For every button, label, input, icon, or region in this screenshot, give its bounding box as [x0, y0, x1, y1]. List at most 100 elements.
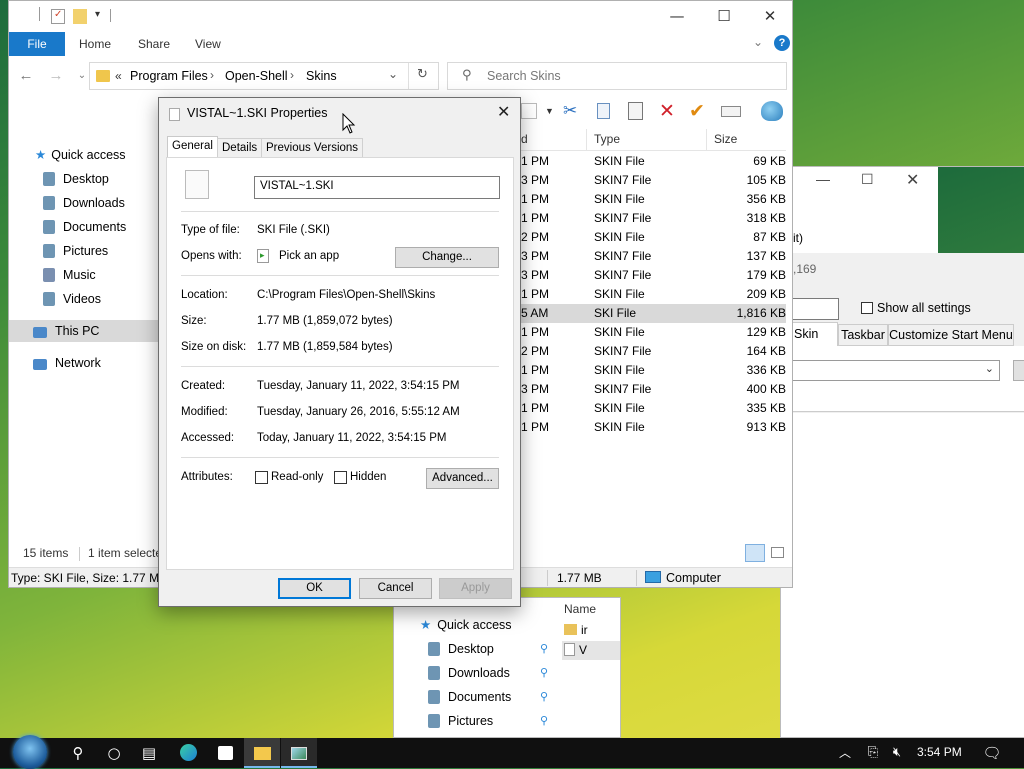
column-header-size[interactable]: Size — [714, 132, 737, 146]
list-item[interactable]: ir — [564, 623, 588, 637]
sidebar-item-documents[interactable]: Documents — [43, 216, 126, 238]
show-all-settings-checkbox[interactable]: Show all settings — [861, 301, 971, 315]
paste-icon[interactable] — [628, 102, 643, 120]
column-header-name[interactable]: Name — [564, 602, 596, 616]
tab-file[interactable]: File — [9, 32, 65, 56]
sidebar-item-network[interactable]: Network — [33, 352, 101, 374]
close-button[interactable]: ✕ — [747, 1, 792, 32]
cortana-icon[interactable]: ○ — [96, 738, 132, 768]
column-header-date[interactable]: d — [521, 132, 528, 146]
ok-button[interactable]: OK — [278, 578, 351, 599]
cancel-button[interactable]: Cancel — [359, 578, 432, 599]
search-icon[interactable]: ⚲ — [60, 738, 96, 768]
breadcrumb-open-shell[interactable]: Open-Shell — [225, 69, 288, 83]
tab-share[interactable]: Share — [126, 32, 182, 56]
edge-icon[interactable] — [170, 738, 206, 768]
network-tray-icon[interactable]: ⎘ — [860, 738, 886, 768]
sidebar-item-videos[interactable]: Videos — [43, 288, 101, 310]
tab-details[interactable]: Details — [217, 138, 263, 158]
back-arrow-icon[interactable]: ← — [15, 65, 37, 87]
sidebar2-item-pictures[interactable]: Pictures — [428, 710, 493, 732]
table-row[interactable]: 1 PM SKIN File 69 KB — [521, 152, 786, 171]
dropdown-arrow-icon[interactable]: ▼ — [545, 106, 554, 116]
tab-view[interactable]: View — [183, 32, 233, 56]
help-icon[interactable]: ? — [774, 35, 790, 51]
table-row[interactable]: 1 PM SKIN File 129 KB — [521, 323, 786, 342]
checkbox[interactable] — [861, 302, 873, 314]
close-button[interactable]: ✕ — [497, 102, 510, 121]
rename-icon[interactable] — [721, 106, 741, 117]
clock[interactable]: 3:54 PM — [917, 745, 962, 759]
tab-general[interactable]: General — [167, 136, 218, 158]
table-row[interactable]: 1 PM SKIN File 336 KB — [521, 361, 786, 380]
large-icons-view-icon[interactable] — [771, 547, 784, 558]
checkmark-icon[interactable]: ✔ — [689, 100, 705, 122]
customize-toolbar-chevron-icon[interactable]: ▾ — [95, 9, 100, 20]
properties-icon[interactable]: ✓ — [51, 9, 65, 24]
delete-icon[interactable]: ✕ — [659, 100, 675, 122]
open-shell-settings-icon[interactable] — [281, 738, 317, 768]
minimize-button[interactable]: — — [654, 1, 700, 32]
new-folder-icon[interactable] — [73, 9, 87, 24]
address-history-chevron-icon[interactable]: ⌄ — [388, 67, 398, 81]
breadcrumb-separator-icon[interactable]: › — [290, 68, 294, 82]
table-row[interactable]: 1 PM SKIN File 209 KB — [521, 285, 786, 304]
table-row[interactable]: 2 PM SKIN File 87 KB — [521, 228, 786, 247]
table-row[interactable]: 3 PM SKIN7 File 400 KB — [521, 380, 786, 399]
tab-home[interactable]: Home — [67, 32, 123, 56]
table-row[interactable]: 2 PM SKIN7 File 164 KB — [521, 342, 786, 361]
sidebar2-item-documents[interactable]: Documents — [428, 686, 511, 708]
breadcrumb-skins[interactable]: Skins — [306, 69, 337, 83]
column-header-type[interactable]: Type — [594, 132, 620, 146]
volume-muted-icon[interactable]: 🔇︎ — [884, 738, 910, 768]
minimize-button[interactable]: — — [816, 171, 830, 187]
pin-icon[interactable]: ⚲ — [540, 642, 548, 655]
pin-icon[interactable]: ⚲ — [540, 666, 548, 679]
table-row[interactable]: 3 PM SKIN7 File 105 KB — [521, 171, 786, 190]
address-bar[interactable]: « Program Files › Open-Shell › Skins ⌄ ↻ — [89, 62, 439, 90]
maximize-button[interactable]: ☐ — [701, 1, 747, 32]
sidebar2-item-desktop[interactable]: Desktop — [428, 638, 494, 660]
show-hidden-icons-chevron-icon[interactable]: ︿ — [832, 738, 858, 768]
task-view-icon[interactable]: ▤ — [131, 738, 167, 768]
store-icon[interactable] — [207, 738, 243, 768]
table-row[interactable]: 3 PM SKIN7 File 137 KB — [521, 247, 786, 266]
table-row[interactable]: 1 PM SKIN File 356 KB — [521, 190, 786, 209]
sidebar-item-downloads[interactable]: Downloads — [43, 192, 125, 214]
sidebar-item-quick-access[interactable]: ★ Quick access — [35, 144, 126, 166]
pin-icon[interactable]: ⚲ — [540, 714, 548, 727]
hidden-label[interactable]: Hidden — [350, 471, 386, 483]
tab-taskbar[interactable]: Taskbar — [838, 324, 888, 346]
search-box[interactable]: ⚲ Search Skins — [447, 62, 787, 90]
properties-toolbar-icon[interactable] — [521, 103, 537, 119]
refresh-icon[interactable]: ↻ — [417, 67, 428, 82]
table-row[interactable]: 1 PM SKIN7 File 318 KB — [521, 209, 786, 228]
table-row[interactable]: 5 AM SKI File 1,816 KB — [521, 304, 786, 323]
details-view-icon[interactable] — [745, 544, 765, 562]
read-only-checkbox[interactable] — [255, 471, 268, 484]
table-row[interactable]: 1 PM SKIN File 913 KB — [521, 418, 786, 437]
file-explorer-icon[interactable] — [244, 738, 280, 768]
list-item[interactable]: V — [562, 641, 620, 660]
cut-icon[interactable]: ✂ — [563, 101, 577, 121]
copy-icon[interactable] — [597, 103, 610, 119]
sidebar-item-desktop[interactable]: Desktop — [43, 168, 109, 190]
start-button[interactable] — [0, 735, 58, 769]
change-button[interactable]: Change... — [395, 247, 499, 268]
tab-previous-versions[interactable]: Previous Versions — [261, 138, 364, 158]
expand-ribbon-chevron-icon[interactable]: ⌄ — [753, 35, 763, 49]
sidebar-item-pictures[interactable]: Pictures — [43, 240, 108, 262]
breadcrumb-separator-icon[interactable]: › — [210, 68, 214, 82]
pin-icon[interactable]: ⚲ — [540, 690, 548, 703]
read-only-label[interactable]: Read-only — [271, 471, 323, 483]
sidebar-item-music[interactable]: Music — [43, 264, 96, 286]
side-button[interactable] — [1013, 360, 1024, 381]
filename-input[interactable]: VISTAL~1.SKI — [254, 176, 500, 199]
table-row[interactable]: 1 PM SKIN File 335 KB — [521, 399, 786, 418]
advanced-button[interactable]: Advanced... — [426, 468, 499, 489]
shell-icon[interactable] — [761, 101, 783, 121]
maximize-button[interactable]: ☐ — [861, 171, 874, 188]
sidebar-item-this-pc[interactable]: This PC — [33, 320, 99, 342]
breadcrumb-overflow[interactable]: « — [115, 69, 122, 83]
apply-button[interactable]: Apply — [439, 578, 512, 599]
